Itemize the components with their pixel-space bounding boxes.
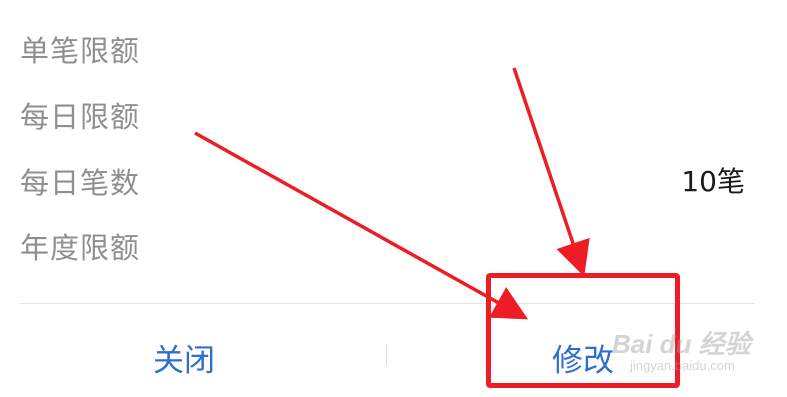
watermark-url: jingyan.baidu.com [630,358,735,373]
watermark-brand: Bai du 经验 [612,329,751,359]
baidu-jingyan-watermark: Bai du 经验 jingyan.baidu.com [600,318,760,388]
arrow-left [194,131,529,320]
arrow-top [512,67,590,277]
